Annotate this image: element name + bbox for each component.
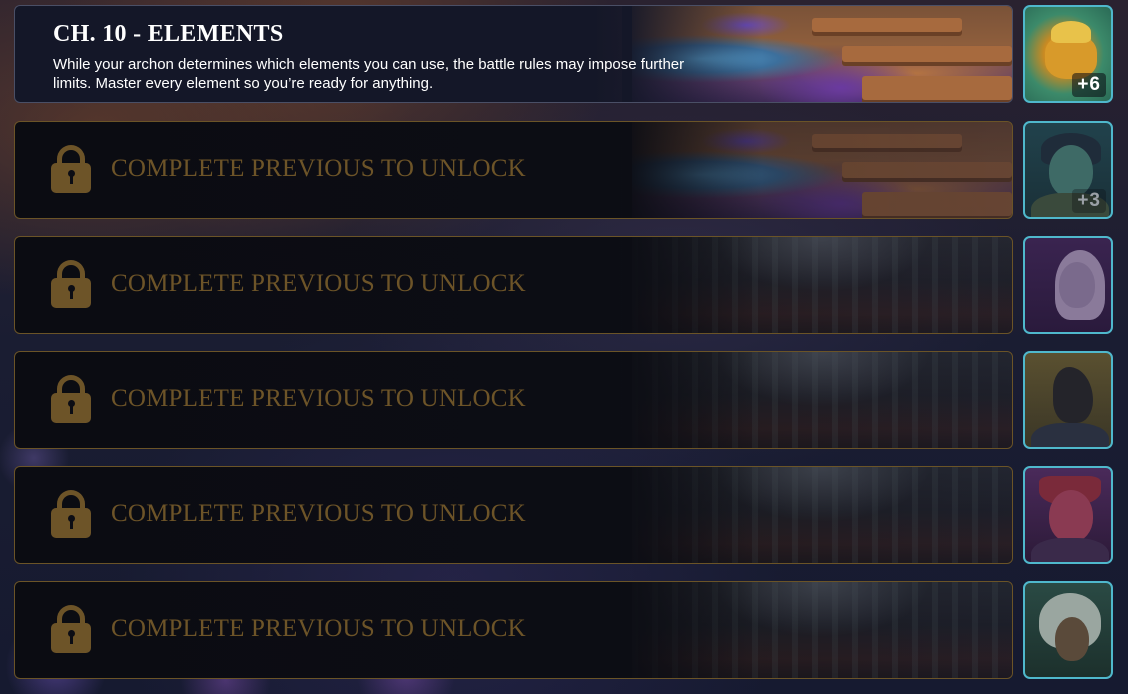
chapter-title: CH. 10 - ELEMENTS	[53, 21, 284, 47]
locked-label: COMPLETE PREVIOUS TO UNLOCK	[111, 615, 526, 642]
lock-icon	[51, 375, 91, 423]
chapter-card-locked-3: COMPLETE PREVIOUS TO UNLOCK	[14, 236, 1013, 334]
reward-card-white-wolf-warrior[interactable]	[1023, 581, 1113, 679]
lock-icon	[51, 490, 91, 538]
locked-label: COMPLETE PREVIOUS TO UNLOCK	[111, 155, 526, 182]
chapter-card-locked-6: COMPLETE PREVIOUS TO UNLOCK	[14, 581, 1013, 679]
chapter-card-locked-4: COMPLETE PREVIOUS TO UNLOCK	[14, 351, 1013, 449]
chapter-card-elements[interactable]: CH. 10 - ELEMENTS While your archon dete…	[14, 5, 1013, 103]
reward-card-werewolf[interactable]	[1023, 351, 1113, 449]
locked-label: COMPLETE PREVIOUS TO UNLOCK	[111, 270, 526, 297]
lock-icon	[51, 145, 91, 193]
reward-card-elf-mage[interactable]	[1023, 236, 1113, 334]
locked-label: COMPLETE PREVIOUS TO UNLOCK	[111, 385, 526, 412]
lock-icon	[51, 605, 91, 653]
chapter-description: While your archon determines which eleme…	[53, 56, 685, 92]
lock-icon	[51, 260, 91, 308]
elf-mage-icon	[1059, 262, 1095, 308]
chapter-card-locked-5: COMPLETE PREVIOUS TO UNLOCK	[14, 466, 1013, 564]
chapter-card-locked-2: COMPLETE PREVIOUS TO UNLOCK	[14, 121, 1013, 219]
reward-count-badge: +6	[1072, 73, 1106, 97]
werewolf-icon	[1053, 367, 1093, 423]
reward-count-badge: +3	[1072, 189, 1106, 213]
white-wolf-warrior-icon	[1055, 617, 1089, 661]
reward-card-rogue-character[interactable]: +3	[1023, 121, 1113, 219]
reward-card-golden-armored-creature[interactable]: +6	[1023, 5, 1113, 103]
demon-cat-icon	[1049, 490, 1093, 542]
locked-label: COMPLETE PREVIOUS TO UNLOCK	[111, 500, 526, 527]
reward-card-demon-cat[interactable]	[1023, 466, 1113, 564]
